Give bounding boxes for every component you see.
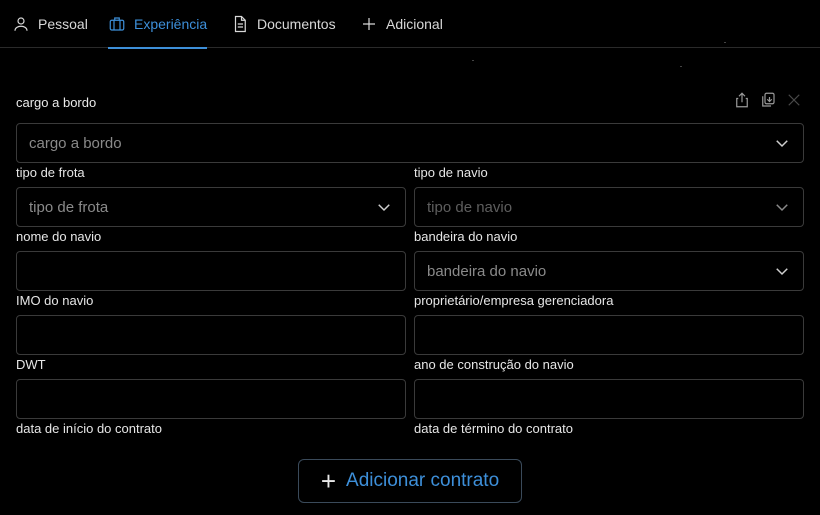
close-icon [788,94,800,106]
tab-label: Adicional [386,16,443,32]
nome-navio-input[interactable] [16,251,406,291]
dwt-input[interactable] [16,379,406,419]
data-inicio-label: data de início do contrato [16,421,162,436]
copy-icon [762,92,775,107]
ano-construcao-label: ano de construção do navio [414,357,574,372]
chevron-down-icon [378,204,390,212]
duplicate-button[interactable] [758,90,778,110]
bandeira-navio-placeholder: bandeira do navio [427,262,547,280]
tab-adicional[interactable]: Adicional [360,0,443,48]
tipo-frota-select[interactable]: tipo de frota [16,187,406,227]
cargo-select[interactable]: cargo a bordo [16,123,804,163]
tab-label: Documentos [257,16,336,32]
tipo-navio-label: tipo de navio [414,165,488,180]
bandeira-navio-select[interactable]: bandeira do navio [414,251,804,291]
proprietario-input[interactable] [414,315,804,355]
tab-pessoal[interactable]: Pessoal [12,0,88,48]
imo-navio-label: IMO do navio [16,293,94,308]
ano-construcao-input[interactable] [414,379,804,419]
briefcase-icon [109,17,125,31]
plus-icon [363,18,375,30]
tab-label: Pessoal [38,16,88,32]
imo-navio-input[interactable] [16,315,406,355]
nome-navio-label: nome do navio [16,229,102,244]
export-button[interactable] [732,90,752,110]
chevron-down-icon [776,140,788,148]
section-title: cargo a bordo [16,95,97,110]
chevron-down-icon [776,204,788,212]
dwt-label: DWT [16,357,46,372]
tab-label: Experiência [134,16,208,32]
section-actions [732,90,804,110]
share-icon [736,92,748,108]
add-contract-label: Adicionar contrato [346,470,500,491]
user-icon [14,17,28,31]
tipo-frota-label: tipo de frota [16,165,85,180]
data-termino-label: data de término do contrato [414,421,573,436]
tipo-navio-placeholder: tipo de navio [427,198,513,216]
add-contract-button[interactable]: + Adicionar contrato [298,459,522,503]
proprietario-label: proprietário/empresa gerenciadora [414,293,614,308]
document-icon [234,15,246,33]
remove-button[interactable] [784,90,804,110]
tipo-navio-select[interactable]: tipo de navio [414,187,804,227]
separator-dot [472,60,474,61]
tab-bar: Pessoal Experiência Documentos Adicional [0,0,820,49]
plus-icon: + [320,466,337,496]
tab-documentos[interactable]: Documentos [231,0,336,48]
separator-dot [680,66,682,67]
cargo-placeholder: cargo a bordo [29,134,122,152]
bandeira-navio-label: bandeira do navio [414,229,518,244]
separator-dot [724,42,726,43]
tab-experiencia[interactable]: Experiência [108,0,208,49]
tipo-frota-placeholder: tipo de frota [29,198,109,216]
chevron-down-icon [776,268,788,276]
